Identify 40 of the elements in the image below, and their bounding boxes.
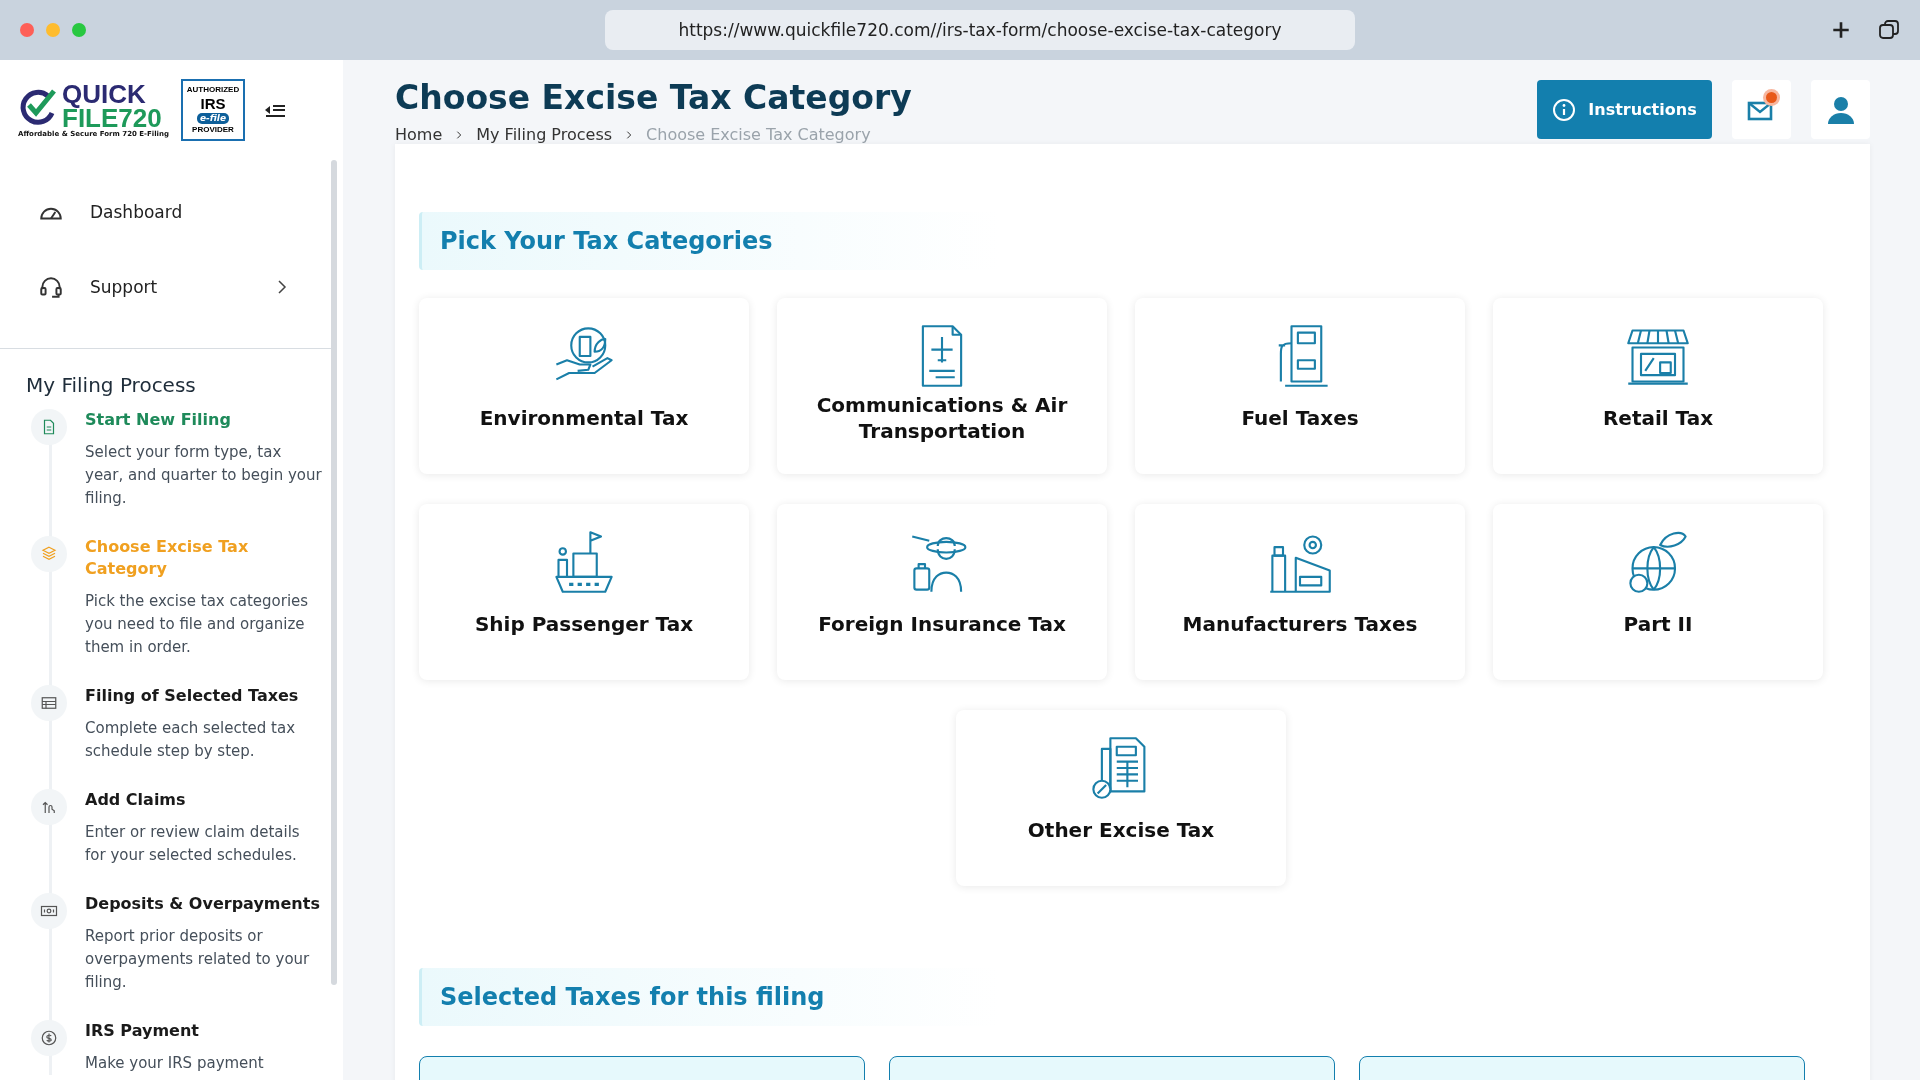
page-title: Choose Excise Tax Category (395, 78, 912, 117)
info-icon (1552, 97, 1577, 122)
plus-icon[interactable] (1830, 19, 1852, 41)
category-card[interactable]: Fuel Taxes (1135, 298, 1465, 474)
category-card[interactable]: Communications & Air Transportation (777, 298, 1107, 474)
category-card[interactable]: Retail Tax (1493, 298, 1823, 474)
tabs-icon[interactable] (1878, 19, 1900, 41)
instructions-button[interactable]: Instructions (1537, 80, 1712, 139)
table-icon (40, 694, 58, 712)
layers-icon (40, 545, 58, 563)
step-title[interactable]: Add Claims (85, 789, 323, 811)
step-title[interactable]: Filing of Selected Taxes (85, 685, 323, 707)
breadcrumb-link[interactable]: Home (395, 125, 443, 144)
mail-button[interactable] (1732, 80, 1791, 139)
category-card[interactable]: Ship Passenger Tax (419, 504, 749, 680)
address-bar[interactable]: https://www.quickfile720.com//irs-tax-form/choose-excise-tax-category (605, 10, 1355, 50)
sidebar-nav-item[interactable]: Dashboard (0, 174, 331, 249)
step-title[interactable]: IRS Payment (85, 1020, 323, 1042)
section-heading: My Filing Process (26, 373, 197, 397)
step-description: Report prior deposits or overpayments related to your filing. (85, 926, 311, 993)
sidebar-nav-item[interactable]: Support (0, 249, 331, 324)
step-description: Enter or review claim details for your selected schedules. (85, 822, 301, 866)
profile-button[interactable] (1811, 80, 1870, 139)
scrollbar[interactable] (331, 160, 337, 985)
breadcrumb-link[interactable]: My Filing Process (476, 125, 613, 144)
category-card[interactable]: Other Excise Tax (956, 710, 1286, 886)
user-icon (1825, 94, 1856, 125)
step-description: Pick the excise tax categories you need to file and organize them in order. (85, 591, 310, 658)
step-description: Select your form type, tax year, and quarter to begin your filing. (85, 442, 323, 509)
dollar-coin-icon (40, 1029, 58, 1047)
step-description: Complete each selected tax schedule step by step. (85, 718, 297, 762)
category-card[interactable]: Environmental Tax (419, 298, 749, 474)
category-card[interactable]: Foreign Insurance Tax (777, 504, 1107, 680)
logo-text: QUICK (62, 82, 147, 106)
step-description: Make your IRS payment (85, 1053, 265, 1074)
category-card[interactable]: Part II (1493, 504, 1823, 680)
step-title[interactable]: Start New Filing (85, 409, 323, 431)
provider-badge: AUTHORIZED IRS e-file PROVIDER (181, 79, 245, 141)
category-card[interactable]: Manufacturers Taxes (1135, 504, 1465, 680)
step-title[interactable]: Deposits & Overpayments (85, 893, 323, 915)
